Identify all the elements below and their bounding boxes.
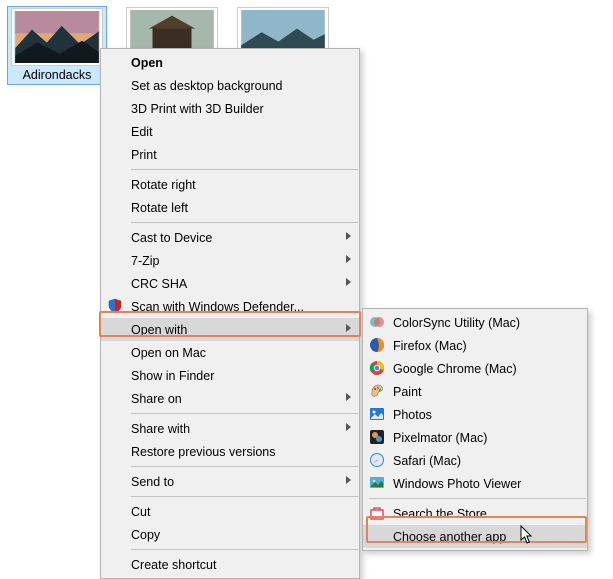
- submenu-item-firefox[interactable]: Firefox (Mac): [363, 334, 587, 357]
- file-thumbnail-1[interactable]: Adirondacks: [7, 6, 107, 85]
- menu-label: Print: [131, 148, 157, 162]
- submenu-item-safari[interactable]: Safari (Mac): [363, 449, 587, 472]
- submenu-item-choose-another[interactable]: Choose another app: [363, 525, 587, 548]
- menu-label: Create shortcut: [131, 558, 216, 572]
- menu-label: Cut: [131, 505, 150, 519]
- submenu-item-photos[interactable]: Photos: [363, 403, 587, 426]
- menu-separator: [131, 466, 358, 467]
- menu-label: Scan with Windows Defender...: [131, 300, 304, 314]
- chevron-right-icon: [346, 423, 351, 431]
- submenu-item-colorsync[interactable]: ColorSync Utility (Mac): [363, 311, 587, 334]
- menu-label: Open with: [131, 323, 187, 337]
- menu-item-open-with[interactable]: Open with: [101, 318, 359, 341]
- pixelmator-icon: [368, 428, 386, 446]
- menu-label: CRC SHA: [131, 277, 187, 291]
- file-label: Adirondacks: [10, 68, 104, 82]
- photo-viewer-icon: [368, 474, 386, 492]
- image-thumb: [12, 9, 102, 65]
- paint-icon: [368, 382, 386, 400]
- menu-item-restore[interactable]: Restore previous versions: [101, 440, 359, 463]
- menu-item-set-bg[interactable]: Set as desktop background: [101, 74, 359, 97]
- chevron-right-icon: [346, 232, 351, 240]
- chevron-right-icon: [346, 476, 351, 484]
- menu-item-7zip[interactable]: 7-Zip: [101, 249, 359, 272]
- menu-separator: [131, 496, 358, 497]
- photos-icon: [368, 405, 386, 423]
- menu-item-cast[interactable]: Cast to Device: [101, 226, 359, 249]
- menu-label: Edit: [131, 125, 153, 139]
- menu-item-3d-print[interactable]: 3D Print with 3D Builder: [101, 97, 359, 120]
- menu-label: Photos: [393, 408, 432, 422]
- menu-label: Show in Finder: [131, 369, 214, 383]
- menu-item-crc[interactable]: CRC SHA: [101, 272, 359, 295]
- menu-item-print[interactable]: Print: [101, 143, 359, 166]
- context-menu: Open Set as desktop background 3D Print …: [100, 48, 360, 579]
- menu-item-edit[interactable]: Edit: [101, 120, 359, 143]
- menu-label: Google Chrome (Mac): [393, 362, 517, 376]
- menu-item-send-to[interactable]: Send to: [101, 470, 359, 493]
- open-with-submenu: ColorSync Utility (Mac) Firefox (Mac) Go…: [362, 308, 588, 551]
- chevron-right-icon: [346, 278, 351, 286]
- menu-label: Rotate right: [131, 178, 196, 192]
- menu-item-rotate-left[interactable]: Rotate left: [101, 196, 359, 219]
- safari-icon: [368, 451, 386, 469]
- menu-label: Set as desktop background: [131, 79, 283, 93]
- menu-label: Choose another app: [393, 530, 506, 544]
- menu-label: Search the Store: [393, 507, 487, 521]
- menu-label: Firefox (Mac): [393, 339, 467, 353]
- chrome-icon: [368, 359, 386, 377]
- menu-label: Rotate left: [131, 201, 188, 215]
- menu-separator: [131, 549, 358, 550]
- store-icon: [368, 504, 386, 522]
- menu-label: Share with: [131, 422, 190, 436]
- submenu-item-wpv[interactable]: Windows Photo Viewer: [363, 472, 587, 495]
- menu-item-share-with[interactable]: Share with: [101, 417, 359, 440]
- menu-label: Open on Mac: [131, 346, 206, 360]
- chevron-right-icon: [346, 324, 351, 332]
- menu-item-share-on[interactable]: Share on: [101, 387, 359, 410]
- menu-item-show-finder[interactable]: Show in Finder: [101, 364, 359, 387]
- menu-label: 7-Zip: [131, 254, 159, 268]
- menu-label: Open: [131, 56, 163, 70]
- chevron-right-icon: [346, 393, 351, 401]
- submenu-item-pixelmator[interactable]: Pixelmator (Mac): [363, 426, 587, 449]
- menu-separator: [131, 222, 358, 223]
- submenu-item-paint[interactable]: Paint: [363, 380, 587, 403]
- menu-label: Pixelmator (Mac): [393, 431, 487, 445]
- menu-item-cut[interactable]: Cut: [101, 500, 359, 523]
- menu-item-copy[interactable]: Copy: [101, 523, 359, 546]
- menu-item-defender[interactable]: Scan with Windows Defender...: [101, 295, 359, 318]
- menu-label: Copy: [131, 528, 160, 542]
- menu-label: Cast to Device: [131, 231, 212, 245]
- menu-label: Send to: [131, 475, 174, 489]
- menu-separator: [369, 498, 586, 499]
- colorsync-icon: [368, 313, 386, 331]
- desktop: Adirondacks Open Set as desktop backgrou…: [0, 0, 613, 557]
- menu-item-create-shortcut[interactable]: Create shortcut: [101, 553, 359, 576]
- menu-separator: [131, 413, 358, 414]
- menu-item-open[interactable]: Open: [101, 51, 359, 74]
- menu-label: Windows Photo Viewer: [393, 477, 521, 491]
- firefox-icon: [368, 336, 386, 354]
- menu-label: Safari (Mac): [393, 454, 461, 468]
- menu-item-open-mac[interactable]: Open on Mac: [101, 341, 359, 364]
- menu-label: Share on: [131, 392, 182, 406]
- menu-label: ColorSync Utility (Mac): [393, 316, 520, 330]
- menu-label: Paint: [393, 385, 422, 399]
- chevron-right-icon: [346, 255, 351, 263]
- menu-label: Restore previous versions: [131, 445, 276, 459]
- submenu-item-chrome[interactable]: Google Chrome (Mac): [363, 357, 587, 380]
- submenu-item-search-store[interactable]: Search the Store: [363, 502, 587, 525]
- menu-item-rotate-right[interactable]: Rotate right: [101, 173, 359, 196]
- menu-separator: [131, 169, 358, 170]
- menu-label: 3D Print with 3D Builder: [131, 102, 264, 116]
- shield-icon: [106, 297, 124, 315]
